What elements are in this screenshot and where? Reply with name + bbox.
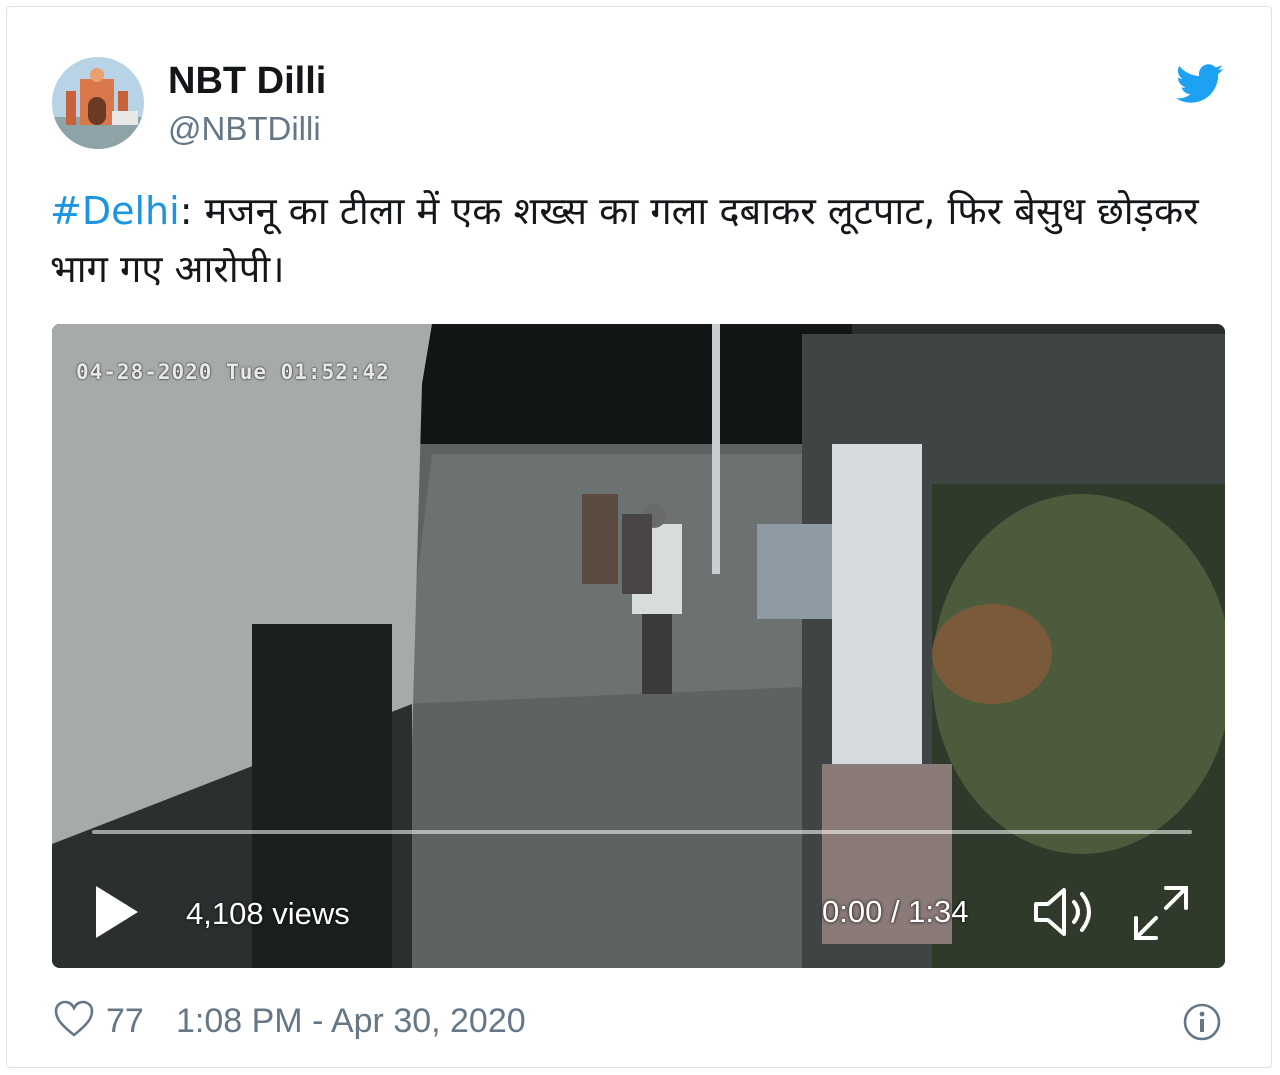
video-time: 0:00 / 1:34 — [822, 894, 969, 929]
user-handle[interactable]: @NBTDilli — [168, 110, 321, 148]
tweet-footer: 77 1:08 PM - Apr 30, 2020 — [54, 998, 1224, 1046]
avatar[interactable] — [52, 57, 144, 149]
hashtag-link[interactable]: #Delhi — [50, 189, 180, 233]
volume-icon[interactable] — [1032, 884, 1098, 940]
display-name[interactable]: NBT Dilli — [168, 60, 326, 103]
view-count: 4,108 views — [186, 896, 350, 931]
tweet-text: #Delhi: मजनू का टीला में एक शख्स का गला … — [50, 182, 1230, 298]
tweet-body: : मजनू का टीला में एक शख्स का गला दबाकर … — [50, 189, 1199, 291]
progress-bar[interactable] — [92, 830, 1192, 834]
heart-icon[interactable] — [54, 1000, 94, 1038]
play-icon[interactable] — [92, 884, 142, 940]
video-player[interactable]: 04-28-2020 Tue 01:52:42 4,108 views 0:00… — [52, 324, 1225, 968]
cctv-timestamp: 04-28-2020 Tue 01:52:42 — [76, 360, 390, 384]
twitter-bird-icon[interactable] — [1176, 64, 1224, 104]
info-icon[interactable] — [1182, 1002, 1222, 1042]
video-frame — [52, 324, 1225, 968]
like-count: 77 — [106, 1002, 144, 1040]
fullscreen-icon[interactable] — [1132, 884, 1190, 942]
tweet-datetime[interactable]: 1:08 PM - Apr 30, 2020 — [176, 1002, 526, 1041]
